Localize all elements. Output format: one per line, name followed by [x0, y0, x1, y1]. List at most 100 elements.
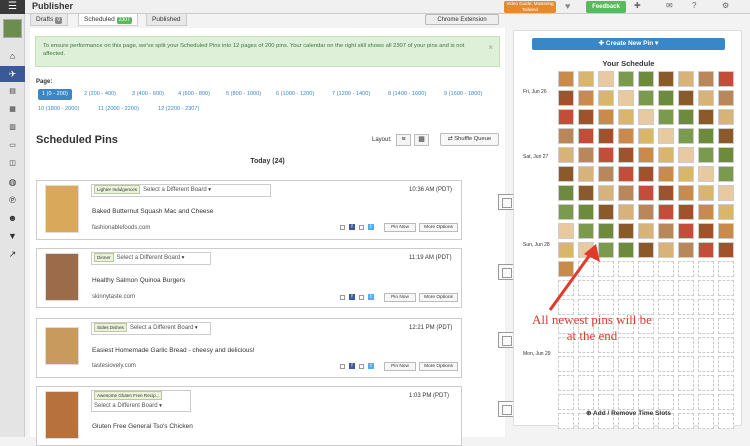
page-link-9[interactable]: 9 (1600 - 1800) [444, 89, 482, 100]
publisher-icon[interactable]: ✈ [0, 66, 25, 82]
scheduled-pin-thumbnail[interactable] [698, 185, 714, 201]
scheduled-pin-thumbnail[interactable] [718, 109, 734, 125]
scheduled-pin-thumbnail[interactable] [638, 185, 654, 201]
scheduled-pin-thumbnail[interactable] [658, 109, 674, 125]
pin-time[interactable]: 10:36 AM (PDT) [409, 187, 452, 193]
page-link-4[interactable]: 4 (600 - 800) [178, 89, 210, 100]
scheduled-pin-thumbnail[interactable] [678, 242, 694, 258]
video-guide-button[interactable]: Video Guide: Mastering Tailwind [504, 1, 556, 13]
facebook-icon[interactable]: f [349, 224, 355, 230]
scheduled-pin-thumbnail[interactable] [578, 71, 594, 87]
empty-time-slot[interactable] [698, 356, 714, 372]
page-link-3[interactable]: 3 (400 - 600) [132, 89, 164, 100]
empty-time-slot[interactable] [718, 261, 734, 277]
more-options-button[interactable]: More Options [419, 293, 458, 302]
scheduled-pin-thumbnail[interactable] [698, 128, 714, 144]
page-link-10[interactable]: 10 (1800 - 2000) [38, 104, 79, 115]
scheduled-pin-thumbnail[interactable] [698, 71, 714, 87]
empty-time-slot[interactable] [698, 280, 714, 296]
scheduled-pin-thumbnail[interactable] [638, 90, 654, 106]
empty-time-slot[interactable] [678, 299, 694, 315]
empty-time-slot[interactable] [678, 394, 694, 410]
scheduled-pin-thumbnail[interactable] [718, 71, 734, 87]
create-new-pin-button[interactable]: ✚ Create New Pin ▾ [532, 38, 725, 50]
empty-time-slot[interactable] [678, 375, 694, 391]
empty-time-slot[interactable] [718, 318, 734, 334]
more-options-button[interactable]: More Options [419, 223, 458, 232]
scheduled-pin-thumbnail[interactable] [698, 223, 714, 239]
scheduled-pin-thumbnail[interactable] [678, 128, 694, 144]
scheduled-pin-thumbnail[interactable] [558, 109, 574, 125]
menu-icon[interactable]: ☰ [0, 0, 25, 14]
scheduled-pin-thumbnail[interactable] [578, 185, 594, 201]
empty-time-slot[interactable] [718, 299, 734, 315]
empty-time-slot[interactable] [698, 261, 714, 277]
scheduled-pin-thumbnail[interactable] [638, 204, 654, 220]
scheduled-pin-thumbnail[interactable] [658, 90, 674, 106]
pin-now-button[interactable]: Pin Now [384, 362, 416, 371]
stack-icon[interactable] [498, 332, 514, 348]
page-link-5[interactable]: 5 (800 - 1000) [226, 89, 261, 100]
tab-published[interactable]: Published [146, 14, 187, 26]
pin-time[interactable]: 11:19 AM (PDT) [409, 255, 452, 261]
scheduled-pin-thumbnail[interactable] [598, 147, 614, 163]
empty-time-slot[interactable] [578, 375, 594, 391]
drafts-icon[interactable]: ▤ [0, 84, 25, 100]
pin-now-button[interactable]: Pin Now [384, 293, 416, 302]
pin-source[interactable]: tastesiovely.com [92, 363, 136, 369]
empty-time-slot[interactable] [638, 280, 654, 296]
pin-inspector-icon[interactable]: ▦ [0, 102, 25, 118]
scheduled-pin-thumbnail[interactable] [658, 71, 674, 87]
more-options-button[interactable]: More Options [419, 362, 458, 371]
pin-description[interactable]: Gluten Free General Tso's Chicken [92, 423, 193, 430]
scheduled-pin-thumbnail[interactable] [658, 242, 674, 258]
scheduled-pin-thumbnail[interactable] [678, 204, 694, 220]
scheduled-pin-thumbnail[interactable] [618, 109, 634, 125]
empty-time-slot[interactable] [598, 375, 614, 391]
scheduled-pin-thumbnail[interactable] [598, 223, 614, 239]
facebook-icon[interactable]: f [349, 363, 355, 369]
scheduled-pin-thumbnail[interactable] [578, 223, 594, 239]
scheduled-pin-thumbnail[interactable] [618, 185, 634, 201]
instagram-icon[interactable]: ◫ [0, 156, 25, 172]
scheduled-pin-thumbnail[interactable] [638, 109, 654, 125]
scheduled-pin-thumbnail[interactable] [578, 166, 594, 182]
scheduled-pin-thumbnail[interactable] [698, 109, 714, 125]
page-link-12[interactable]: 12 (2200 - 2307) [158, 104, 199, 115]
heart-icon[interactable]: ♥ [565, 1, 570, 11]
empty-time-slot[interactable] [658, 280, 674, 296]
scheduled-pin-thumbnail[interactable] [618, 71, 634, 87]
scheduled-pin-thumbnail[interactable] [658, 185, 674, 201]
scheduled-pin-thumbnail[interactable] [718, 185, 734, 201]
plus-icon[interactable]: ✚ [634, 1, 641, 10]
empty-time-slot[interactable] [698, 375, 714, 391]
scheduled-pin-thumbnail[interactable] [558, 128, 574, 144]
calendar-icon[interactable]: ▭ [0, 138, 25, 154]
scheduled-pin-thumbnail[interactable] [678, 223, 694, 239]
pin-time[interactable]: 12:21 PM (PDT) [409, 325, 452, 331]
empty-time-slot[interactable] [678, 261, 694, 277]
pin-source[interactable]: skinnytaste.com [92, 294, 135, 300]
feedback-button[interactable]: Feedback [586, 1, 626, 13]
scheduled-pin-thumbnail[interactable] [658, 147, 674, 163]
empty-time-slot[interactable] [658, 375, 674, 391]
empty-time-slot[interactable] [598, 394, 614, 410]
checkbox[interactable] [340, 295, 345, 300]
scheduled-pin-thumbnail[interactable] [558, 90, 574, 106]
grid-layout-icon[interactable]: ▦ [414, 134, 429, 146]
page-link-11[interactable]: 11 (2000 - 2200) [98, 104, 139, 115]
facebook-icon[interactable]: f [349, 294, 355, 300]
pin-description[interactable]: Baked Butternut Squash Mac and Cheese [92, 208, 213, 215]
twitter-icon[interactable]: t [368, 224, 374, 230]
scheduled-pin-thumbnail[interactable] [618, 223, 634, 239]
page-link-6[interactable]: 6 (1000 - 1200) [276, 89, 314, 100]
filter-icon[interactable]: ▼ [0, 228, 25, 244]
empty-time-slot[interactable] [638, 261, 654, 277]
empty-time-slot[interactable] [678, 280, 694, 296]
scheduled-pin-thumbnail[interactable] [578, 128, 594, 144]
globe-icon[interactable]: ◍ [0, 174, 25, 190]
stack-icon[interactable] [498, 194, 514, 210]
empty-time-slot[interactable] [638, 394, 654, 410]
checkbox[interactable] [359, 295, 364, 300]
scheduled-pin-thumbnail[interactable] [678, 147, 694, 163]
